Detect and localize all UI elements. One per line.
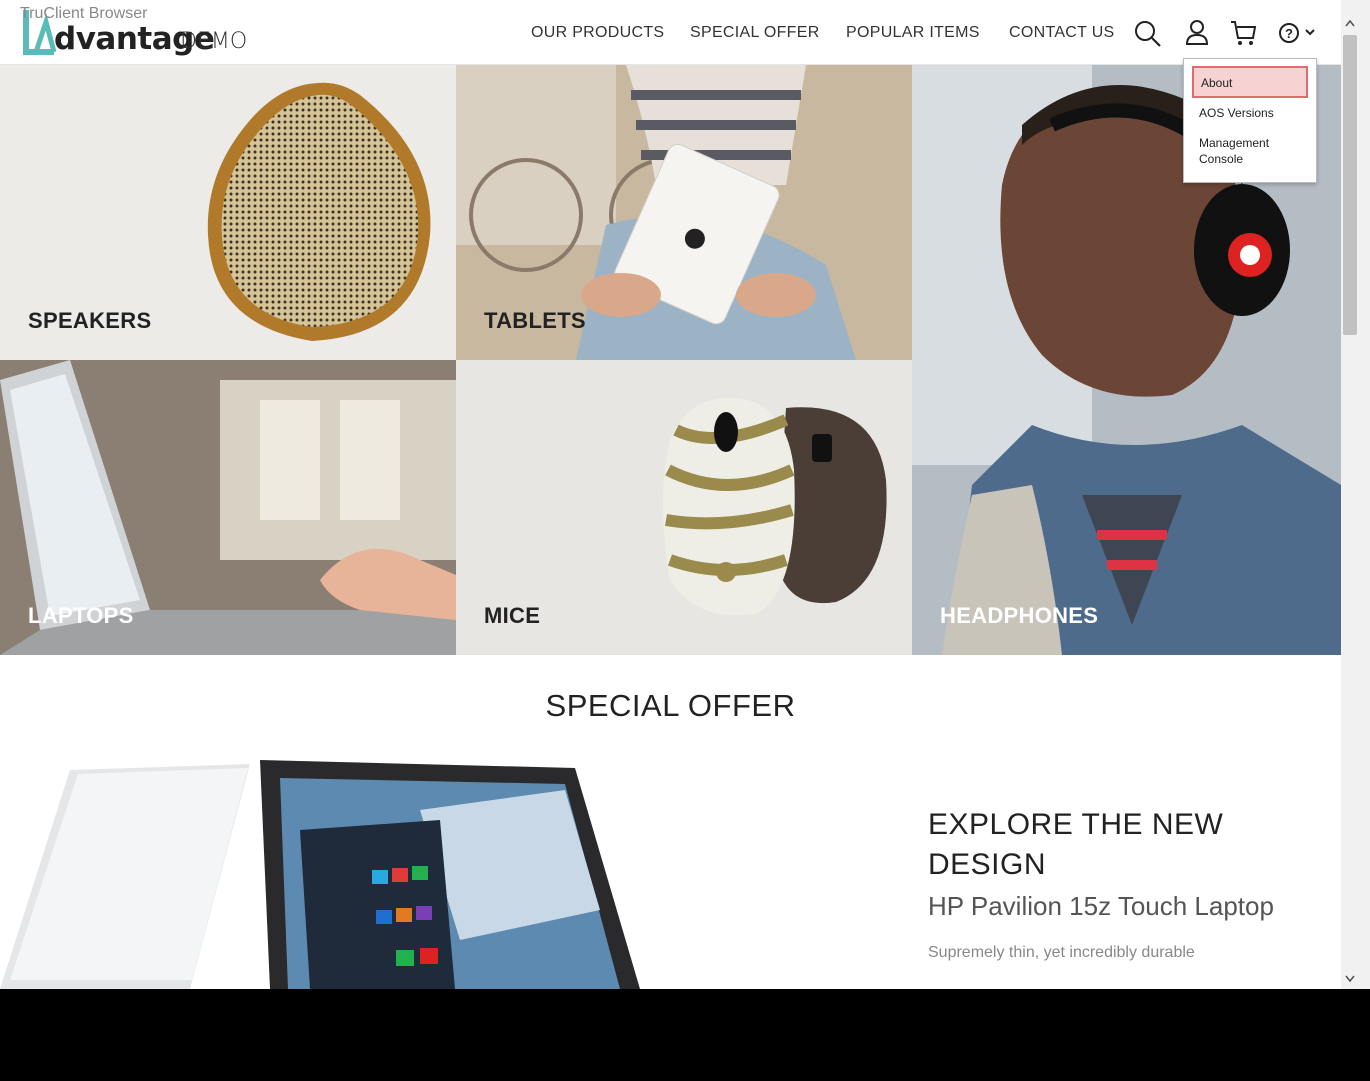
menu-item-management-console[interactable]: Management Console [1192,135,1282,167]
category-laptops[interactable]: LAPTOPS [0,360,456,655]
category-tablets[interactable]: TABLETS [456,65,912,360]
category-label: LAPTOPS [28,603,134,628]
category-label: TABLETS [484,308,586,333]
scrollbar-thumb[interactable] [1343,35,1357,335]
offer-headline: EXPLORE THE NEW DESIGN [928,808,1224,881]
offer-description: Supremely thin, yet incredibly durable [928,944,1195,961]
category-speakers[interactable]: SPEAKERS [0,65,456,360]
category-mice[interactable]: MICE [456,360,912,655]
scroll-down-icon[interactable] [1343,972,1357,986]
category-label: HEADPHONES [940,603,1099,628]
menu-item-aos-versions[interactable]: AOS Versions [1192,105,1308,121]
help-icon: ? [1279,23,1315,43]
page-viewport: dvantage DEMO OUR PRODUCTS SPECIAL OFFER… [0,0,1341,989]
cart-icon[interactable] [1229,18,1259,48]
hp-pavilion-laptop-image[interactable] [0,750,700,989]
nav-our-products[interactable]: OUR PRODUCTS [531,24,664,42]
scroll-up-icon[interactable] [1343,16,1357,30]
vertical-scrollbar[interactable] [1341,0,1370,989]
category-label: SPEAKERS [28,308,152,333]
special-offer-title: SPECIAL OFFER [545,688,796,723]
nav-contact-us[interactable]: CONTACT US [1009,24,1115,42]
svg-text:?: ? [1285,26,1293,41]
logo-demo: DEMO [180,29,248,54]
search-icon[interactable] [1133,18,1163,48]
nav-popular-items[interactable]: POPULAR ITEMS [846,24,980,42]
category-label: MICE [484,603,541,628]
offer-product-name[interactable]: HP Pavilion 15z Touch Laptop [928,891,1274,922]
site-header: dvantage DEMO OUR PRODUCTS SPECIAL OFFER… [0,0,1341,65]
help-menu-toggle[interactable]: ? [1277,18,1319,48]
nav-special-offer[interactable]: SPECIAL OFFER [690,24,820,42]
browser-label: TruClient Browser [20,5,148,22]
help-dropdown-menu: About AOS Versions Management Console [1183,58,1317,183]
user-icon[interactable] [1183,18,1213,48]
menu-item-about[interactable]: About [1192,66,1308,98]
